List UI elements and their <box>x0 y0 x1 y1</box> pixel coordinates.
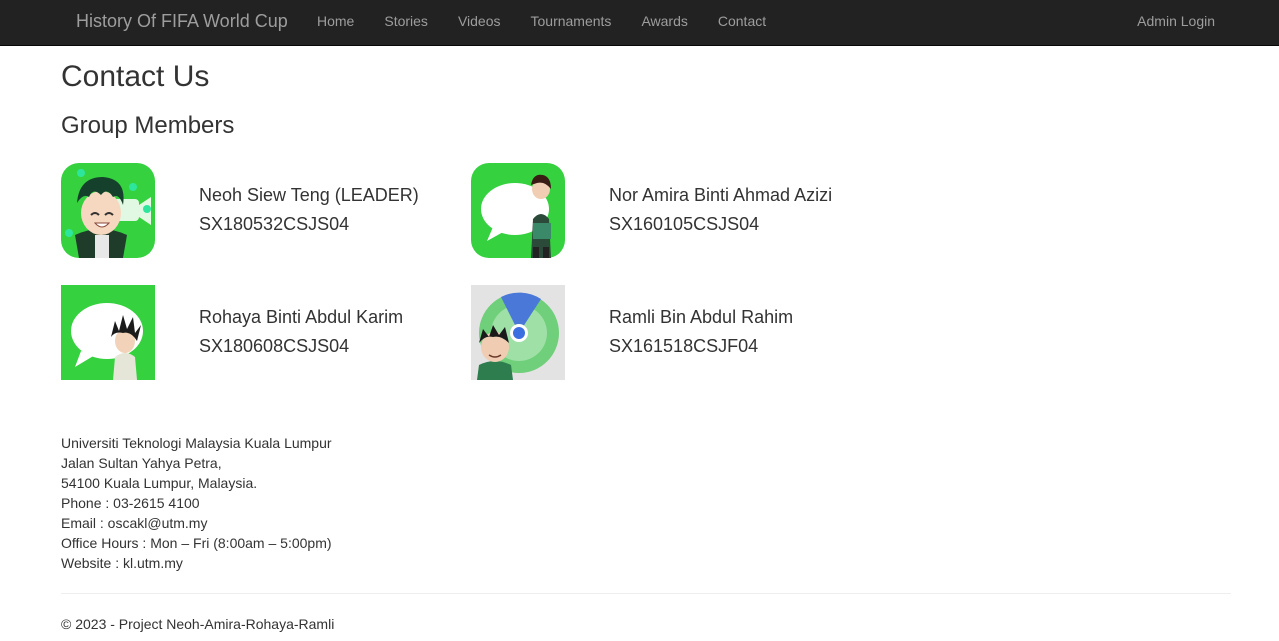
office-hours: Office Hours : Mon – Fri (8:00am – 5:00p… <box>61 535 332 551</box>
messages-anime-avatar-icon <box>61 285 155 380</box>
member-name: Nor Amira Binti Ahmad Azizi <box>609 185 833 205</box>
member-avatar <box>471 163 565 258</box>
top-navbar: History Of FIFA World Cup Home Stories V… <box>0 0 1279 46</box>
address-line-2: Jalan Sultan Yahya Petra, <box>61 455 222 471</box>
facetime-anime-avatar-icon <box>61 163 155 258</box>
member-avatar <box>61 163 155 258</box>
footer-divider <box>61 593 1231 594</box>
nav-contact[interactable]: Contact <box>718 0 766 46</box>
member-id: SX161518CSJF04 <box>609 336 759 356</box>
contact-address: Universiti Teknologi Malaysia Kuala Lump… <box>61 433 332 573</box>
member-name: Rohaya Binti Abdul Karim <box>199 307 404 327</box>
member-id: SX180608CSJS04 <box>199 336 350 356</box>
member-card: Nor Amira Binti Ahmad Azizi SX160105CSJS… <box>471 163 871 259</box>
member-avatar <box>471 285 565 380</box>
messages-anime-avatar-icon <box>471 163 565 258</box>
nav-stories[interactable]: Stories <box>384 0 428 46</box>
group-members-heading: Group Members <box>61 112 235 139</box>
address-line-1: Universiti Teknologi Malaysia Kuala Lump… <box>61 435 332 451</box>
contact-website: Website : kl.utm.my <box>61 555 183 571</box>
nav-home[interactable]: Home <box>317 0 354 46</box>
member-card: Ramli Bin Abdul Rahim SX161518CSJF04 <box>471 285 871 381</box>
member-avatar <box>61 285 155 380</box>
contact-phone: Phone : 03-2615 4100 <box>61 495 200 511</box>
member-id: SX180532CSJS04 <box>199 214 350 234</box>
member-card: Rohaya Binti Abdul Karim SX180608CSJS04 <box>61 285 461 381</box>
address-line-3: 54100 Kuala Lumpur, Malaysia. <box>61 475 258 491</box>
nav-links: Home Stories Videos Tournaments Awards C… <box>317 0 796 46</box>
member-id: SX160105CSJS04 <box>609 214 760 234</box>
radar-anime-avatar-icon <box>471 285 565 380</box>
nav-awards[interactable]: Awards <box>641 0 687 46</box>
member-card: Neoh Siew Teng (LEADER) SX180532CSJS04 <box>61 163 461 259</box>
member-name: Neoh Siew Teng (LEADER) <box>199 185 419 205</box>
brand-link[interactable]: History Of FIFA World Cup <box>76 11 288 31</box>
footer-copyright: © 2023 - Project Neoh-Amira-Rohaya-Ramli <box>61 616 335 632</box>
page-title: Contact Us <box>61 60 210 93</box>
admin-login-link[interactable]: Admin Login <box>1137 0 1215 42</box>
contact-email: Email : oscakl@utm.my <box>61 515 208 531</box>
nav-tournaments[interactable]: Tournaments <box>531 0 612 46</box>
nav-videos[interactable]: Videos <box>458 0 501 46</box>
member-name: Ramli Bin Abdul Rahim <box>609 307 794 327</box>
